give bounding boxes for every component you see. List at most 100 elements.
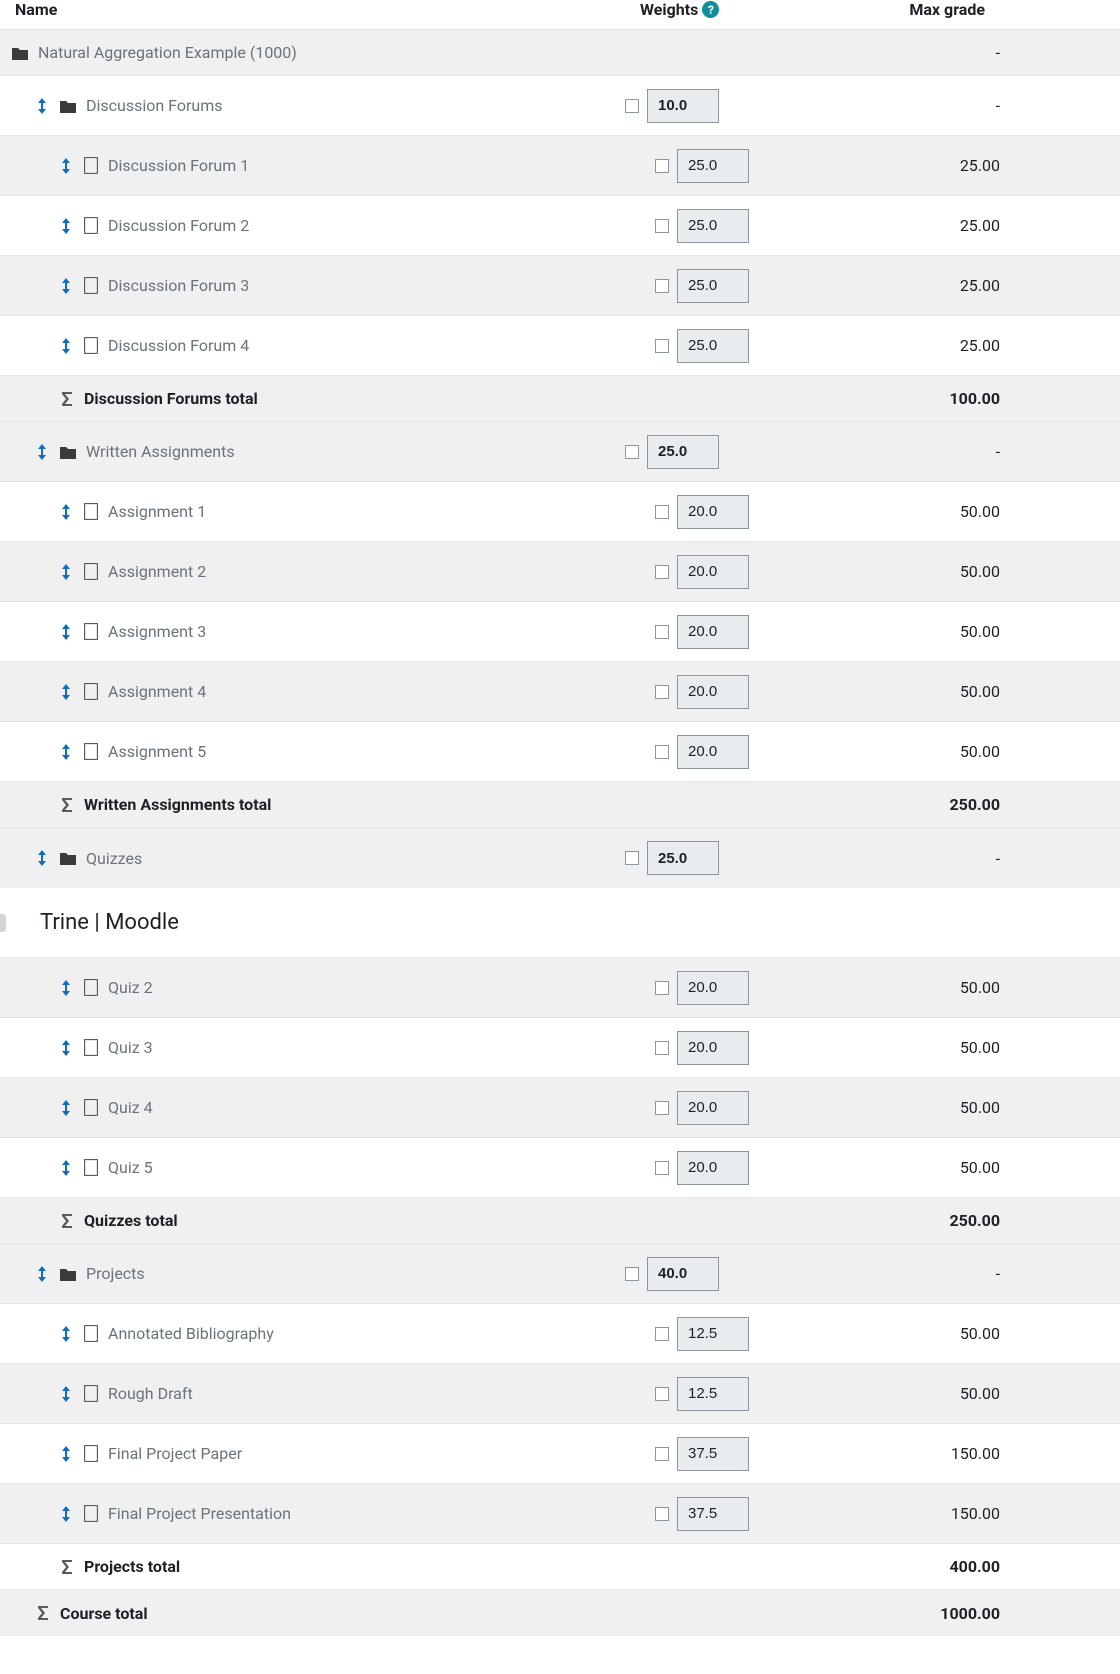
grade-item-label[interactable]: Final Project Paper	[108, 1444, 242, 1463]
category-weight-input[interactable]	[647, 435, 719, 469]
move-icon[interactable]	[60, 338, 72, 354]
grade-item-label[interactable]: Assignment 5	[108, 742, 206, 761]
move-icon[interactable]	[60, 218, 72, 234]
move-icon[interactable]	[60, 564, 72, 580]
category-weight-input[interactable]	[647, 841, 719, 875]
item-weight-input[interactable]	[677, 735, 749, 769]
move-icon[interactable]	[60, 1446, 72, 1462]
max-grade-value: 25.00	[825, 336, 1120, 355]
document-icon	[84, 503, 98, 520]
move-icon[interactable]	[60, 504, 72, 520]
weight-override-checkbox[interactable]	[655, 1101, 669, 1115]
item-weight-input[interactable]	[677, 149, 749, 183]
category-label[interactable]: Discussion Forums	[86, 96, 223, 115]
weight-override-checkbox[interactable]	[625, 445, 639, 459]
breadcrumb-text: Trine | Moodle	[40, 910, 179, 935]
weight-override-checkbox[interactable]	[655, 565, 669, 579]
move-icon[interactable]	[60, 1386, 72, 1402]
weight-override-checkbox[interactable]	[655, 981, 669, 995]
grade-item-label[interactable]: Quiz 4	[108, 1098, 153, 1117]
category-weight-input[interactable]	[647, 89, 719, 123]
item-weight-input[interactable]	[677, 615, 749, 649]
move-icon[interactable]	[60, 1506, 72, 1522]
document-icon	[84, 743, 98, 760]
item-weight-input[interactable]	[677, 555, 749, 589]
item-weight-input[interactable]	[677, 1091, 749, 1125]
weight-override-checkbox[interactable]	[655, 279, 669, 293]
grade-item-label[interactable]: Quiz 3	[108, 1038, 153, 1057]
item-weight-input[interactable]	[677, 269, 749, 303]
move-icon[interactable]	[36, 98, 48, 114]
weight-override-checkbox[interactable]	[655, 745, 669, 759]
move-icon[interactable]	[60, 278, 72, 294]
weight-override-checkbox[interactable]	[625, 99, 639, 113]
category-weight-input[interactable]	[647, 1257, 719, 1291]
move-icon[interactable]	[36, 444, 48, 460]
document-icon	[84, 217, 98, 234]
weight-override-checkbox[interactable]	[655, 159, 669, 173]
grade-item-label[interactable]: Discussion Forum 4	[108, 336, 249, 355]
move-icon[interactable]	[60, 980, 72, 996]
weight-override-checkbox[interactable]	[655, 1161, 669, 1175]
weight-override-checkbox[interactable]	[655, 219, 669, 233]
item-weight-input[interactable]	[677, 495, 749, 529]
move-icon[interactable]	[60, 624, 72, 640]
item-weight-input[interactable]	[677, 329, 749, 363]
grade-item-label[interactable]: Discussion Forum 1	[108, 156, 249, 175]
weight-override-checkbox[interactable]	[655, 505, 669, 519]
grade-item-label[interactable]: Rough Draft	[108, 1384, 193, 1403]
move-icon[interactable]	[60, 158, 72, 174]
document-icon	[84, 157, 98, 174]
grade-item-label[interactable]: Annotated Bibliography	[108, 1324, 274, 1343]
move-icon[interactable]	[36, 850, 48, 866]
weight-override-checkbox[interactable]	[625, 851, 639, 865]
move-icon[interactable]	[60, 1040, 72, 1056]
weight-override-checkbox[interactable]	[625, 1267, 639, 1281]
move-icon[interactable]	[60, 1326, 72, 1342]
course-root-label[interactable]: Natural Aggregation Example (1000)	[38, 43, 297, 62]
category-total-label: Quizzes total	[84, 1211, 178, 1230]
item-weight-input[interactable]	[677, 971, 749, 1005]
item-weight-input[interactable]	[677, 1317, 749, 1351]
dash: -	[996, 1264, 1000, 1283]
move-icon[interactable]	[36, 1266, 48, 1282]
weight-override-checkbox[interactable]	[655, 625, 669, 639]
grade-item-label[interactable]: Assignment 3	[108, 622, 206, 641]
weight-override-checkbox[interactable]	[655, 1387, 669, 1401]
help-icon[interactable]: ?	[702, 1, 719, 18]
item-weight-input[interactable]	[677, 675, 749, 709]
grade-item-label[interactable]: Discussion Forum 2	[108, 216, 249, 235]
weight-override-checkbox[interactable]	[655, 1041, 669, 1055]
move-icon[interactable]	[60, 1100, 72, 1116]
grade-item-label[interactable]: Quiz 2	[108, 978, 153, 997]
item-weight-input[interactable]	[677, 1151, 749, 1185]
sigma-icon	[60, 391, 74, 407]
move-icon[interactable]	[60, 1160, 72, 1176]
item-weight-input[interactable]	[677, 209, 749, 243]
grade-item-label[interactable]: Discussion Forum 3	[108, 276, 249, 295]
grade-item-label[interactable]: Assignment 4	[108, 682, 206, 701]
item-weight-input[interactable]	[677, 1437, 749, 1471]
document-icon	[84, 1385, 98, 1402]
item-weight-input[interactable]	[677, 1031, 749, 1065]
weight-override-checkbox[interactable]	[655, 1507, 669, 1521]
category-label[interactable]: Quizzes	[86, 849, 142, 868]
sigma-icon	[36, 1605, 50, 1621]
item-weight-input[interactable]	[677, 1377, 749, 1411]
max-grade-value: 50.00	[825, 1158, 1120, 1177]
weight-override-checkbox[interactable]	[655, 1447, 669, 1461]
folder-icon	[60, 851, 76, 865]
grade-item-label[interactable]: Assignment 2	[108, 562, 206, 581]
folder-icon	[12, 46, 28, 60]
category-label[interactable]: Written Assignments	[86, 442, 235, 461]
move-icon[interactable]	[60, 744, 72, 760]
grade-item-label[interactable]: Quiz 5	[108, 1158, 153, 1177]
move-icon[interactable]	[60, 684, 72, 700]
grade-item-label[interactable]: Assignment 1	[108, 502, 206, 521]
weight-override-checkbox[interactable]	[655, 685, 669, 699]
weight-override-checkbox[interactable]	[655, 1327, 669, 1341]
item-weight-input[interactable]	[677, 1497, 749, 1531]
category-label[interactable]: Projects	[86, 1264, 145, 1283]
weight-override-checkbox[interactable]	[655, 339, 669, 353]
grade-item-label[interactable]: Final Project Presentation	[108, 1504, 291, 1523]
